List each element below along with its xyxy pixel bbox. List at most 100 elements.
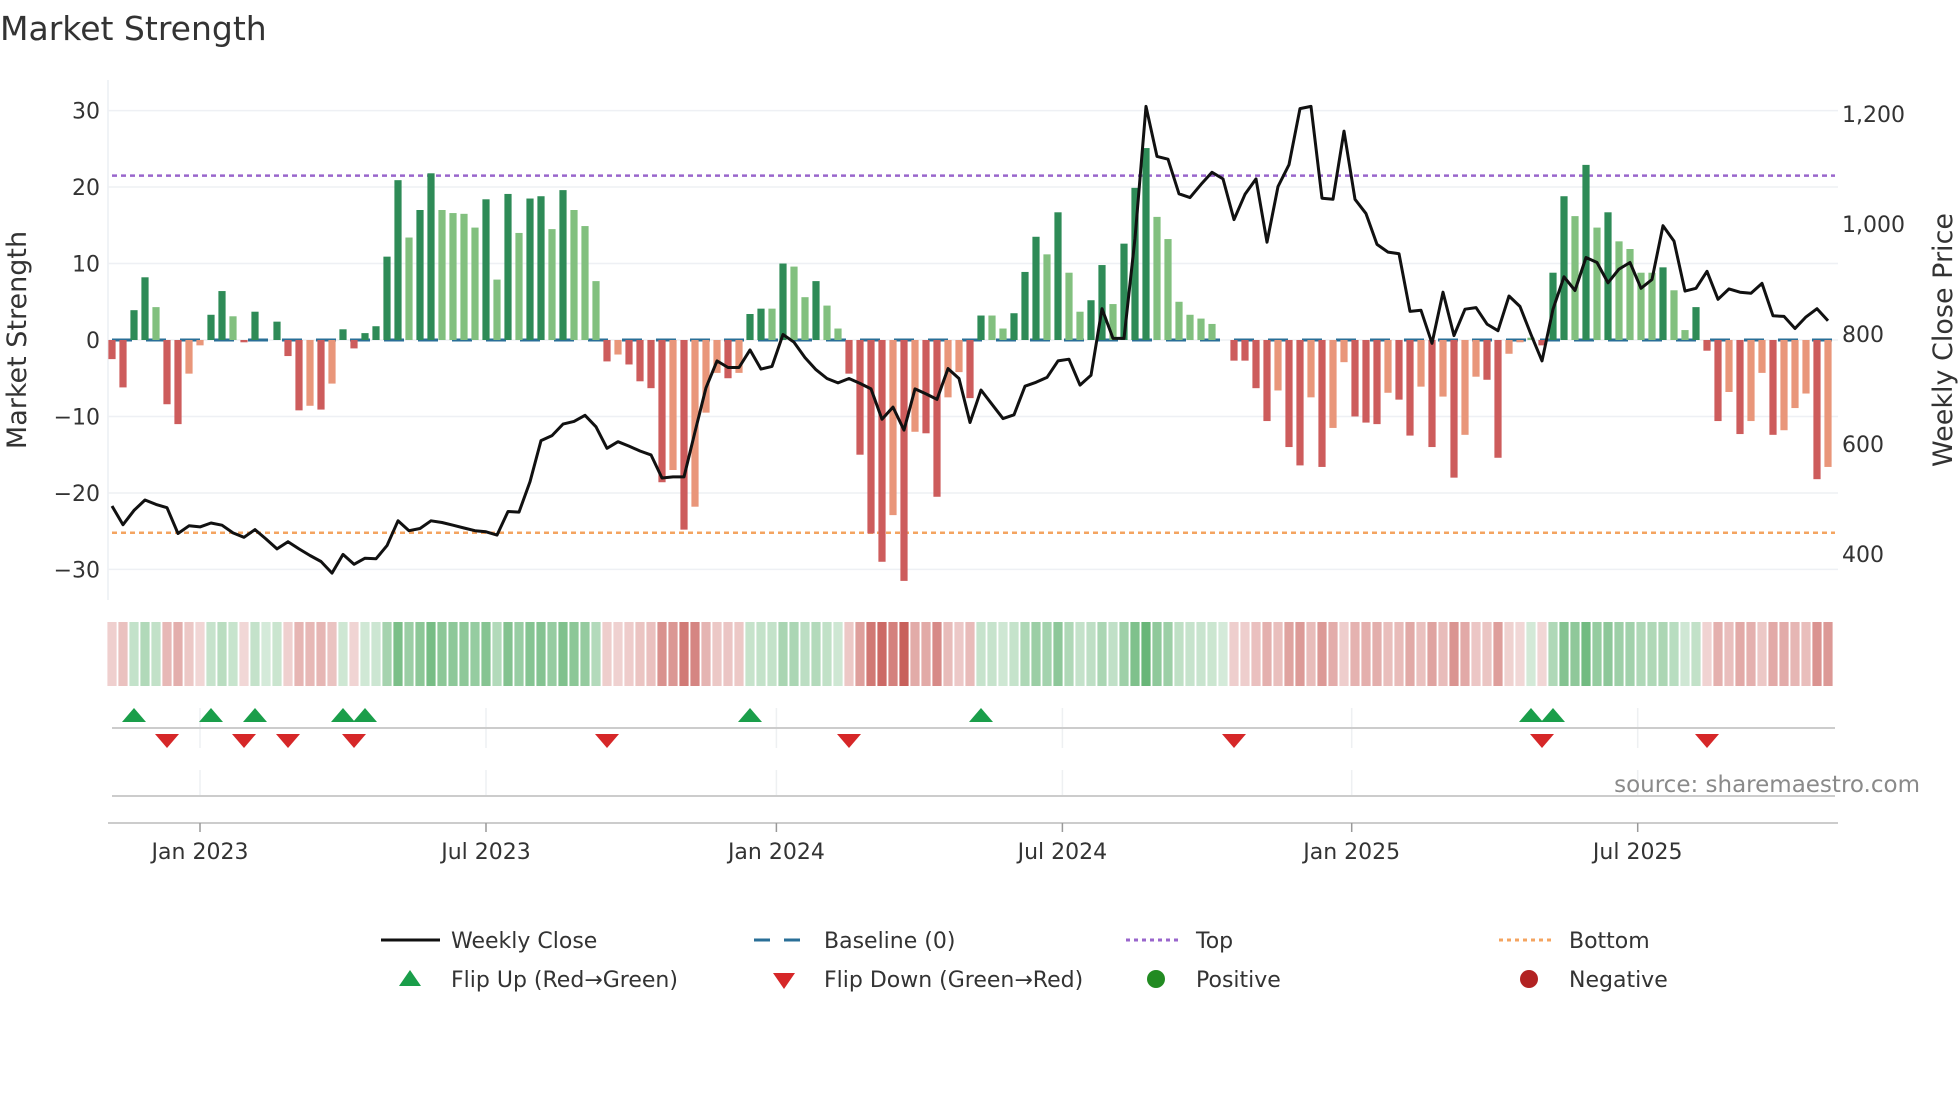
heat-cell [580, 622, 590, 686]
x-tick-label: Jul 2023 [439, 840, 531, 865]
heat-cell [1339, 622, 1349, 686]
heat-cell [569, 622, 579, 686]
heat-cell [1053, 622, 1063, 686]
heat-cell [800, 622, 810, 686]
strength-bar [911, 340, 919, 432]
legend-positive: Positive [1196, 968, 1281, 993]
heat-cell [910, 622, 920, 686]
heat-cell [1218, 622, 1228, 686]
legend-top: Top [1195, 929, 1233, 954]
heat-cell [1163, 622, 1173, 686]
strength-bar [339, 329, 347, 340]
heat-cell [657, 622, 667, 686]
heat-cell [1020, 622, 1030, 686]
heat-cell [1779, 622, 1789, 686]
heat-cell [547, 622, 557, 686]
strength-bar [614, 340, 622, 355]
flip-down-marker [595, 734, 619, 748]
strength-bar [812, 281, 820, 340]
right-y-tick-label: 400 [1842, 543, 1884, 568]
heat-cell [1460, 622, 1470, 686]
flip-up-triangle-icon [399, 970, 421, 986]
heat-cell [1119, 622, 1129, 686]
flip-up-marker [738, 708, 762, 722]
strength-bar [493, 279, 501, 340]
strength-bar [1010, 313, 1018, 340]
heat-cell [723, 622, 733, 686]
strength-bar [416, 210, 424, 340]
right-axis-ticks: 1,200 1,000 800 600 400 [1842, 103, 1905, 568]
heat-cell [448, 622, 458, 686]
legend-weekly-close: Weekly Close [451, 929, 597, 954]
flip-up-marker [353, 708, 377, 722]
strength-bar [592, 281, 600, 340]
strength-bar [1582, 164, 1590, 340]
heat-cell [1185, 622, 1195, 686]
strength-bar [999, 328, 1007, 340]
heat-cell [679, 622, 689, 686]
heat-cell [712, 622, 722, 686]
strength-bar [856, 340, 864, 455]
strength-bar [427, 173, 435, 340]
legend-flip-up: Flip Up (Red→Green) [451, 968, 678, 993]
heat-cell [1372, 622, 1382, 686]
heat-cell [162, 622, 172, 686]
strength-bar [1252, 340, 1260, 389]
heat-cell [1669, 622, 1679, 686]
strength-bar [746, 314, 754, 340]
heat-cell [1526, 622, 1536, 686]
heat-cell [734, 622, 744, 686]
heat-cell [426, 622, 436, 686]
heat-cell [932, 622, 942, 686]
strength-bar [1714, 340, 1722, 422]
heat-cell [1064, 622, 1074, 686]
heat-cell [1636, 622, 1646, 686]
heat-cell [1009, 622, 1019, 686]
strength-bar [900, 340, 908, 581]
strength-bar [163, 340, 171, 405]
strength-bar [273, 321, 281, 340]
strength-bar [1483, 340, 1491, 380]
strength-bar [1472, 340, 1480, 377]
heat-cell [1713, 622, 1723, 686]
strength-bar [471, 227, 479, 340]
heat-cell [866, 622, 876, 686]
strength-bar [1703, 340, 1711, 351]
strength-bar [306, 340, 314, 406]
strength-bar [647, 340, 655, 389]
strength-bar [372, 326, 380, 340]
heat-cell [503, 622, 513, 686]
strength-bar [1725, 340, 1733, 392]
heat-cell [294, 622, 304, 686]
flip-markers-panel [112, 708, 1835, 797]
heat-cell [1328, 622, 1338, 686]
heat-cell [855, 622, 865, 686]
heat-cell [261, 622, 271, 686]
strength-bar [658, 340, 666, 483]
strength-bar [284, 340, 292, 357]
strength-bar [845, 340, 853, 374]
heat-cell [206, 622, 216, 686]
heat-cell [360, 622, 370, 686]
strength-bar [625, 340, 633, 365]
heat-cell [1746, 622, 1756, 686]
strength-bar [361, 333, 369, 340]
y-tick-label: −30 [54, 558, 100, 583]
heat-cell [1647, 622, 1657, 686]
right-y-tick-label: 1,000 [1842, 213, 1905, 238]
strength-bar [581, 226, 589, 340]
heat-cell [756, 622, 766, 686]
left-axis-ticks: 30 20 10 0 −10 −20 −30 [54, 100, 100, 584]
strength-bar [251, 311, 259, 340]
strength-bar [1615, 241, 1623, 340]
heat-cell [1086, 622, 1096, 686]
strength-bar [174, 340, 182, 425]
heat-cell [1625, 622, 1635, 686]
heat-cell [1724, 622, 1734, 686]
strength-bar [1659, 267, 1667, 340]
heat-cell [778, 622, 788, 686]
strength-bar [1351, 340, 1359, 417]
strength-bar [328, 340, 336, 384]
strength-bar [152, 307, 160, 340]
heat-cell [1284, 622, 1294, 686]
